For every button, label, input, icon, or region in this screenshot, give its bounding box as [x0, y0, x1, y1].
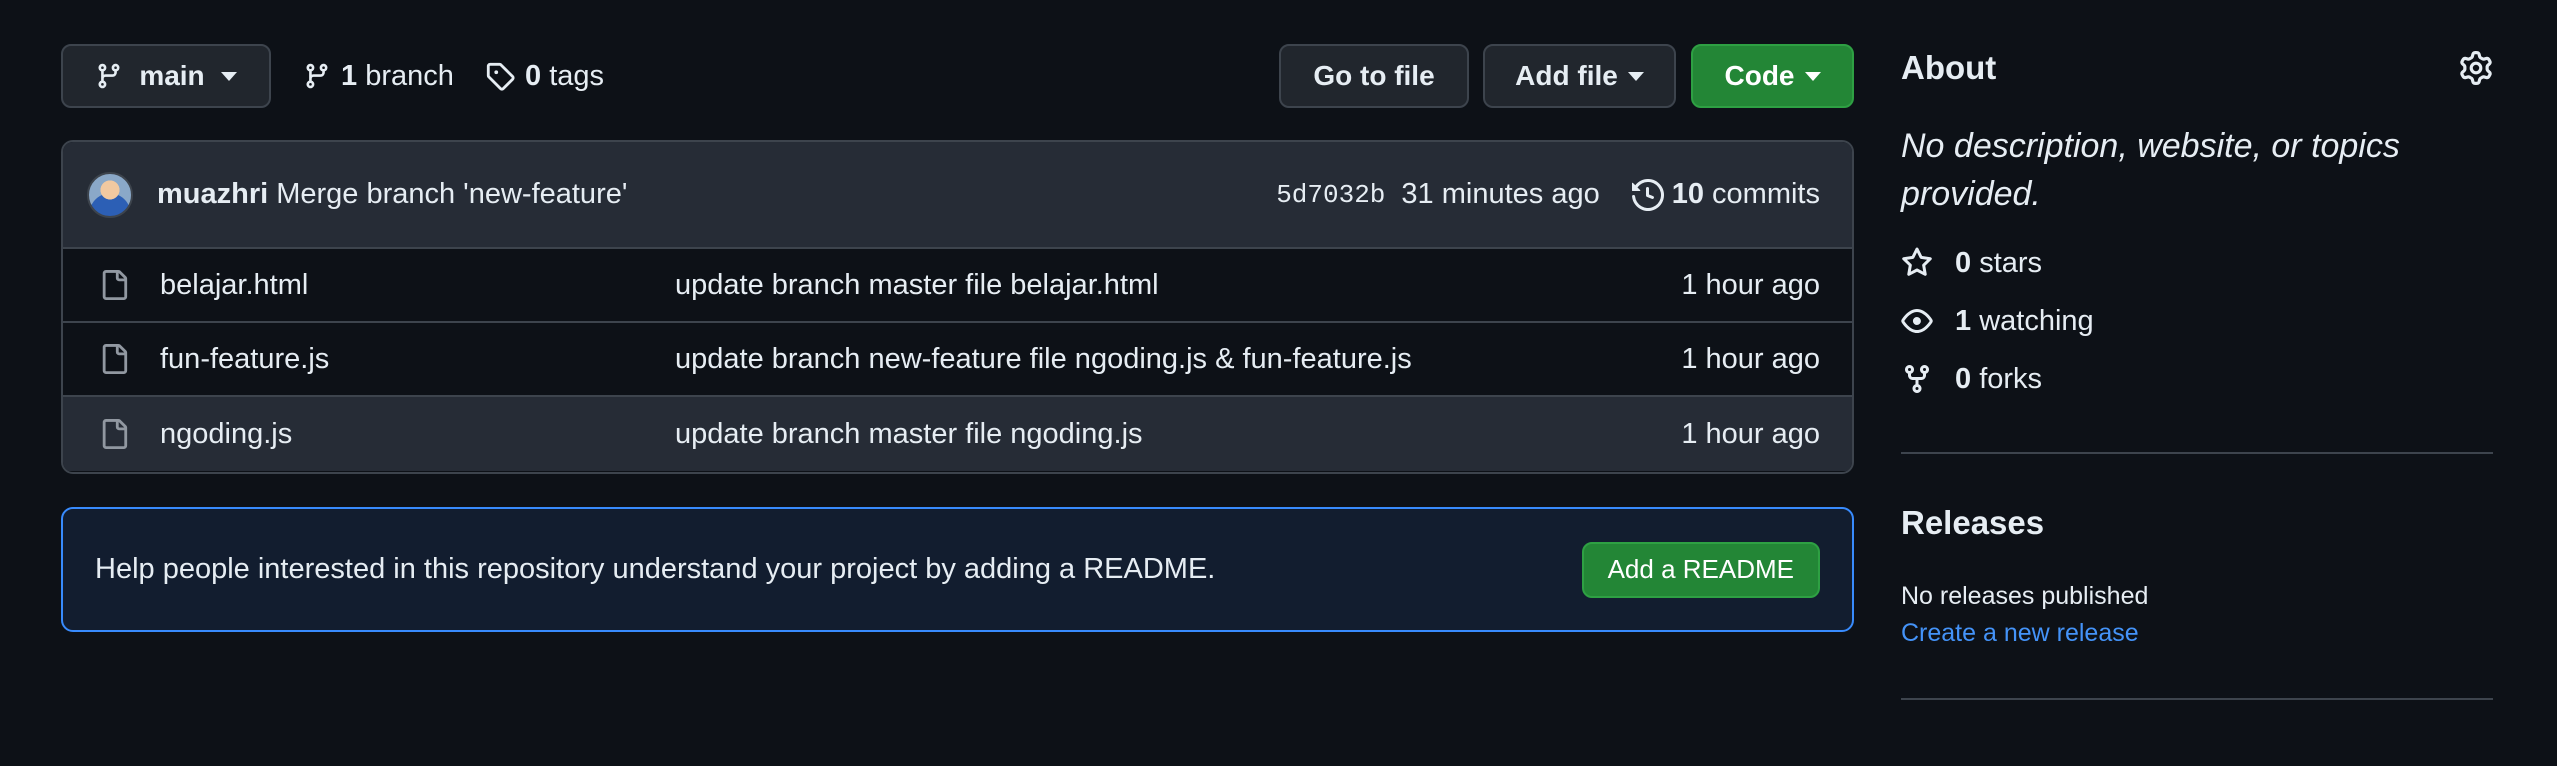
- file-name[interactable]: ngoding.js: [160, 418, 292, 451]
- table-row: ngoding.js update branch master file ngo…: [63, 397, 1852, 471]
- git-branch-icon: [306, 63, 328, 89]
- file-commit-message[interactable]: update branch master file ngoding.js: [675, 418, 1143, 451]
- watching-count: 1: [1955, 304, 1972, 337]
- commit-label: commits: [1712, 178, 1820, 210]
- add-file-label: Add file: [1515, 60, 1618, 91]
- table-row: belajar.html update branch master file b…: [63, 249, 1852, 323]
- git-branch-icon: [98, 63, 120, 89]
- readme-banner-text: Help people interested in this repositor…: [95, 553, 1216, 585]
- tags-link[interactable]: 0 tags: [485, 44, 604, 108]
- watching-label: watching: [1979, 304, 2094, 337]
- releases-empty-text: No releases published: [1901, 582, 2149, 610]
- file-commit-message[interactable]: update branch new-feature file ngoding.j…: [675, 343, 1412, 376]
- commit-message[interactable]: Merge branch 'new-feature': [276, 178, 627, 211]
- go-to-file-button[interactable]: Go to file: [1279, 44, 1469, 108]
- sidebar-divider: [1901, 452, 2493, 454]
- branch-count: 1: [341, 59, 358, 92]
- file-commit-message[interactable]: update branch master file belajar.html: [675, 269, 1159, 302]
- file-name[interactable]: fun-feature.js: [160, 343, 329, 376]
- stars-count: 0: [1955, 246, 1972, 279]
- file-icon: [99, 342, 139, 376]
- latest-commit-row: muazhri Merge branch 'new-feature' 5d703…: [63, 142, 1852, 249]
- commits-link[interactable]: 10 commits: [1631, 178, 1820, 211]
- add-file-button[interactable]: Add file: [1483, 44, 1676, 108]
- watching-link[interactable]: 1 watching: [1901, 292, 2493, 350]
- file-time: 1 hour ago: [1681, 342, 1820, 375]
- commit-sha[interactable]: 5d7032b: [1276, 180, 1385, 210]
- repo-description: No description, website, or topics provi…: [1901, 127, 2400, 213]
- branch-select-button[interactable]: main: [61, 44, 271, 108]
- avatar[interactable]: [87, 171, 133, 218]
- repository-page: main 1 branch 0 tags Go to file Add file…: [0, 0, 2557, 766]
- forks-label: forks: [1979, 362, 2043, 395]
- branch-name: main: [139, 60, 205, 91]
- file-list: muazhri Merge branch 'new-feature' 5d703…: [61, 140, 1854, 474]
- repo-sidebar: About No description, website, or topics…: [1901, 40, 2493, 700]
- chevron-down-icon: [1627, 71, 1644, 81]
- commit-meta: 5d7032b 31 minutes ago 10 commits: [1276, 178, 1820, 211]
- chevron-down-icon: [1804, 71, 1821, 81]
- create-release-link[interactable]: Create a new release: [1901, 619, 2493, 648]
- add-readme-label: Add a README: [1607, 554, 1794, 584]
- branch-label: branch: [365, 59, 454, 92]
- code-button[interactable]: Code: [1691, 44, 1854, 108]
- about-header: About: [1901, 40, 2493, 96]
- add-readme-banner: Help people interested in this repositor…: [61, 507, 1854, 632]
- file-icon: [99, 417, 139, 451]
- stars-label: stars: [1979, 246, 2043, 279]
- stars-link[interactable]: 0 stars: [1901, 234, 2493, 292]
- table-row: fun-feature.js update branch new-feature…: [63, 323, 1852, 397]
- code-label: Code: [1724, 60, 1795, 91]
- history-icon: [1631, 178, 1664, 211]
- releases-title[interactable]: Releases: [1901, 504, 2493, 542]
- forks-count: 0: [1955, 362, 1972, 395]
- commit-time: 31 minutes ago: [1401, 178, 1600, 210]
- chevron-down-icon: [220, 71, 237, 81]
- sidebar-divider: [1901, 698, 2493, 700]
- star-icon: [1902, 247, 1932, 276]
- commit-author[interactable]: muazhri: [157, 178, 268, 211]
- forks-link[interactable]: 0 forks: [1901, 350, 2493, 408]
- file-icon: [99, 268, 139, 302]
- file-time: 1 hour ago: [1681, 268, 1820, 301]
- file-name[interactable]: belajar.html: [160, 269, 308, 302]
- about-title: About: [1901, 49, 1997, 86]
- eye-icon: [1901, 309, 1933, 333]
- repo-toolbar: main 1 branch 0 tags Go to file Add file…: [61, 44, 1854, 108]
- commit-count: 10: [1671, 178, 1704, 210]
- gear-icon[interactable]: [2459, 51, 2493, 85]
- repo-stats: 0 stars 1 watching 0 forks: [1901, 234, 2493, 408]
- fork-icon: [1905, 365, 1929, 394]
- go-to-file-label: Go to file: [1313, 60, 1435, 91]
- tag-count: 0: [525, 59, 542, 92]
- branches-link[interactable]: 1 branch: [303, 44, 454, 108]
- add-readme-button[interactable]: Add a README: [1581, 541, 1820, 598]
- tag-label: tags: [549, 59, 605, 92]
- file-time: 1 hour ago: [1681, 417, 1820, 450]
- tag-icon: [486, 62, 515, 91]
